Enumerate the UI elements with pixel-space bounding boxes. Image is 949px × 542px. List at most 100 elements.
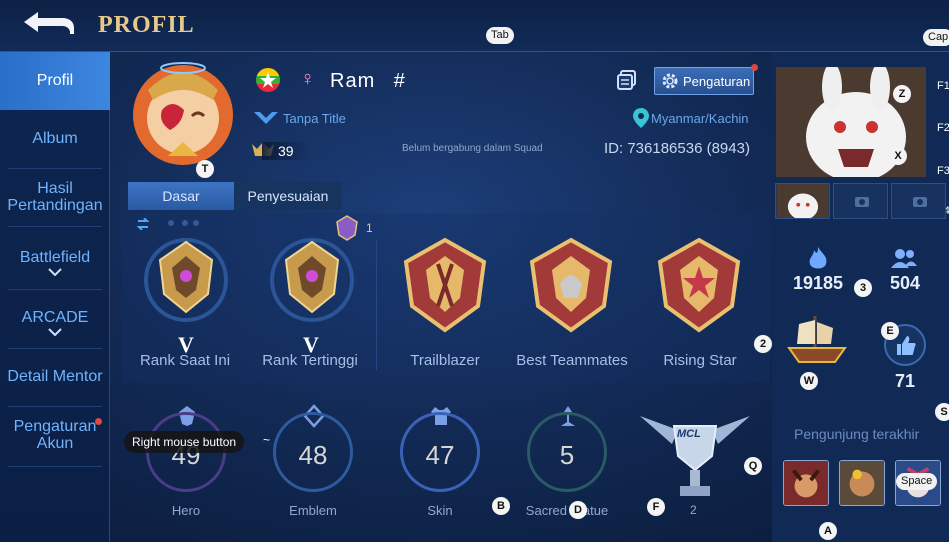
sidebar-item-arcade[interactable]: ARCADE: [0, 309, 110, 336]
rising-star-medal-icon[interactable]: [652, 236, 746, 336]
sidebar-item-label: Battlefield: [19, 249, 91, 266]
gender-female-icon: ♀: [300, 68, 315, 90]
camera-icon: [855, 197, 869, 207]
player-name: Ram: [330, 70, 376, 92]
page-dot: [182, 220, 188, 226]
page-dot: [168, 220, 174, 226]
divider: [8, 289, 102, 290]
rank-highest-icon[interactable]: [268, 236, 356, 324]
sidebar-item-album[interactable]: Album: [0, 130, 110, 147]
sidebar-item-label: Hasil Pertandingan: [7, 180, 103, 214]
divider: [8, 168, 102, 169]
key-hint-f2: F2: [937, 122, 949, 134]
visitor-avatar[interactable]: [783, 460, 829, 506]
settings-label: Pengaturan: [683, 74, 751, 89]
emblem-label: Emblem: [289, 503, 337, 518]
notification-dot: [751, 64, 758, 71]
key-hint-w: W: [800, 372, 818, 390]
rank-highest-label: Rank Tertinggi: [262, 352, 358, 369]
player-title: Tanpa Title: [283, 111, 346, 126]
sidebar: Profil Album Hasil Pertandingan Battlefi…: [0, 52, 110, 542]
ship-emblem-icon[interactable]: [785, 314, 849, 368]
player-hash: #: [393, 70, 406, 92]
camera-icon: [913, 197, 927, 207]
squad-status: Belum bergabung dalam Squad: [402, 143, 543, 154]
key-hint-t: T: [196, 160, 214, 178]
sacred-statue-label: Sacred Statue: [525, 503, 609, 518]
emblem-count: 48: [298, 440, 328, 470]
chevron-down-icon: [48, 268, 62, 276]
key-hint-f1: F1: [937, 80, 949, 92]
hero-label: Hero: [171, 503, 201, 518]
key-hint-f: F: [647, 498, 665, 516]
photo-thumbnail[interactable]: [775, 183, 830, 219]
rank-current-label: Rank Saat Ini: [139, 352, 231, 369]
trailblazer-label: Trailblazer: [410, 352, 480, 369]
player-id: ID: 736186536 (8943): [604, 140, 750, 157]
friends-icon: [891, 249, 917, 268]
key-hint-b: B: [492, 497, 510, 515]
location-pin-icon: [633, 108, 649, 128]
title-wing-icon: [254, 112, 278, 124]
tab-label: Penyesuaian: [247, 188, 329, 204]
player-level: 39: [278, 143, 294, 159]
gear-icon: [662, 73, 678, 89]
sidebar-item-label: ARCADE: [21, 309, 89, 326]
skin-count: 47: [425, 440, 455, 470]
key-hint-z: Z: [893, 85, 911, 103]
key-hint-e: E: [881, 322, 899, 340]
photo-slot-empty[interactable]: [833, 183, 888, 219]
mcl-count: 2: [690, 503, 697, 517]
player-location: Myanmar/Kachin: [651, 111, 749, 126]
trailblazer-medal-icon[interactable]: [398, 236, 492, 336]
rank-current-icon[interactable]: [142, 236, 230, 324]
page-title: PROFIL: [98, 12, 195, 38]
tab-label: Dasar: [162, 188, 200, 204]
key-hint-a: A: [819, 522, 837, 540]
divider: [8, 466, 102, 467]
key-hint-s: S: [935, 403, 949, 421]
friends-count: 504: [889, 273, 921, 293]
divider: [8, 348, 102, 349]
sidebar-item-pengaturan-akun[interactable]: Pengaturan Akun: [0, 418, 110, 452]
photo-slot-empty[interactable]: [891, 183, 946, 219]
mythic-count: 1: [366, 221, 373, 235]
sidebar-item-battlefield[interactable]: Battlefield: [0, 249, 110, 276]
tab-dasar[interactable]: Dasar: [128, 182, 234, 210]
key-hint-q: Q: [744, 457, 762, 475]
mcl-trophy-icon[interactable]: [638, 404, 752, 500]
back-arrow-icon[interactable]: [18, 8, 76, 40]
thumbs-up-icon: [897, 336, 916, 355]
key-hint-tab: Tab: [486, 27, 514, 44]
visitor-avatar[interactable]: [839, 460, 885, 506]
sidebar-item-label: Detail Mentor: [7, 368, 103, 385]
player-name-row: Ram #: [330, 70, 406, 93]
key-hint-f3: F3: [937, 165, 949, 177]
sidebar-item-profil[interactable]: Profil: [0, 52, 110, 110]
myanmar-flag-icon: [256, 68, 280, 92]
notification-dot: [95, 418, 102, 425]
best-teammates-medal-icon[interactable]: [524, 236, 618, 336]
chevron-down-icon: [48, 328, 62, 336]
key-hint-space: Space: [896, 473, 938, 490]
likes-count: 71: [894, 371, 916, 391]
mcl-text: MCL: [677, 428, 701, 440]
tooltip-right-mouse: Right mouse button: [124, 431, 245, 453]
key-hint-d: D: [569, 501, 587, 519]
sidebar-item-hasil-pertandingan[interactable]: Hasil Pertandingan: [0, 180, 110, 214]
popularity-count: 19185: [792, 273, 844, 293]
key-hint-x: X: [889, 147, 907, 165]
rising-star-label: Rising Star: [663, 352, 737, 369]
key-hint-2: 2: [754, 335, 772, 353]
tab-penyesuaian[interactable]: Penyesuaian: [234, 182, 342, 210]
sidebar-item-detail-mentor[interactable]: Detail Mentor: [0, 368, 110, 385]
player-avatar[interactable]: [128, 60, 238, 170]
key-hint-3: 3: [854, 279, 872, 297]
share-card-icon[interactable]: [616, 69, 638, 91]
recent-visitors-label: Pengunjung terakhir: [794, 426, 920, 442]
sidebar-item-label: Profil: [36, 72, 74, 89]
best-teammates-label: Best Teammates: [516, 352, 628, 369]
settings-button[interactable]: Pengaturan: [654, 67, 754, 95]
sidebar-item-label: Album: [32, 130, 78, 147]
swap-icon[interactable]: [136, 218, 150, 230]
